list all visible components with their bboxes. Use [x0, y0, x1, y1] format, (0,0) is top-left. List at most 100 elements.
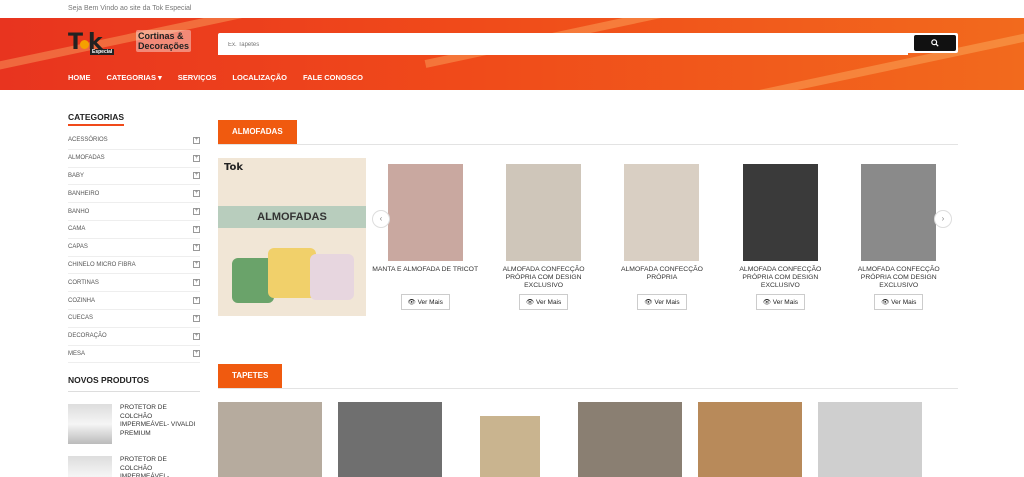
new-product-name: PROTETOR DE COLCHÃO IMPERMEÁVEL- VIVALDI… [120, 404, 196, 437]
category-label: CORTINAS [68, 279, 99, 286]
ver-mais-button[interactable]: 👁 Ver Mais [518, 294, 569, 310]
product-thumbnail [68, 404, 112, 445]
site-logo[interactable]: Tk Especial Cortinas & Decorações [68, 30, 192, 58]
welcome-text: Seja Bem Vindo ao site da Tok Especial [68, 5, 192, 12]
carousel-next-icon[interactable]: › [934, 210, 952, 228]
search-input[interactable] [218, 35, 908, 55]
tapete-image[interactable] [698, 402, 802, 477]
product-name[interactable]: ALMOFADA CONFECÇÃO PRÓPRIA COM DESIGN EX… [725, 266, 835, 294]
category-label: COZINHA [68, 297, 95, 304]
category-label: CAMA [68, 226, 86, 233]
new-product-name: PROTETOR DE COLCHÃO IMPERMEÁVEL- BUETTNE… [120, 456, 170, 477]
category-label: CHINELO MICRO FIBRA [68, 261, 136, 268]
ver-mais-button[interactable]: 👁 Ver Mais [637, 294, 687, 310]
product-image[interactable] [861, 164, 937, 261]
category-label: CAPAS [68, 244, 88, 251]
tapetes-section: TAPETES [218, 364, 958, 477]
expand-plus-icon[interactable]: + [193, 190, 200, 198]
product-card: MANTA E ALMOFADA DE TRICOT 👁 Ver Mais [366, 158, 484, 310]
category-item[interactable]: CAMA + [68, 221, 200, 239]
product-image[interactable] [506, 164, 582, 261]
category-item[interactable]: BABY + [68, 168, 200, 186]
expand-plus-icon[interactable]: + [193, 297, 200, 305]
expand-plus-icon[interactable]: + [193, 261, 200, 269]
header: Tk Especial Cortinas &Decorações HOME CA… [0, 18, 1024, 90]
tapete-image[interactable] [480, 416, 540, 477]
product-card: ALMOFADA CONFECÇÃO PRÓPRIA COM DESIGN EX… [721, 158, 839, 310]
pillow-graphic [310, 254, 354, 300]
new-products-title: NOVOS PRODUTOS [68, 375, 200, 393]
expand-plus-icon[interactable]: + [193, 243, 200, 251]
category-item[interactable]: MESA + [68, 346, 200, 364]
product-image[interactable] [742, 164, 818, 261]
category-item[interactable]: CORTINAS + [68, 274, 200, 293]
banner-logo: Tok [224, 162, 244, 173]
expand-plus-icon[interactable]: + [193, 136, 200, 144]
nav-servicos[interactable]: SERVIÇOS [178, 73, 217, 82]
banner-title: ALMOFADAS [218, 206, 366, 228]
carousel-prev-icon[interactable]: ‹ [372, 210, 390, 228]
product-thumbnail [68, 456, 112, 477]
category-item[interactable]: DECORAÇÃO + [68, 328, 200, 346]
product-name[interactable]: ALMOFADA CONFECÇÃO PRÓPRIA COM DESIGN EX… [844, 266, 954, 294]
new-product-item[interactable]: PROTETOR DE COLCHÃO IMPERMEÁVEL- BUETTNE… [68, 456, 200, 477]
expand-plus-icon[interactable]: + [193, 314, 200, 322]
expand-plus-icon[interactable]: + [193, 154, 200, 162]
almofadas-heading: ALMOFADAS [218, 120, 297, 144]
ver-mais-button[interactable]: 👁 Ver Mais [874, 294, 924, 310]
logo-especial: Especial [90, 49, 115, 55]
product-card: ALMOFADA CONFECÇÃO PRÓPRIA COM DESIGN EX… [484, 158, 602, 310]
almofadas-banner[interactable]: Tok ALMOFADAS [218, 158, 366, 316]
nav-localizacao[interactable]: LOCALIZAÇÃO [232, 73, 287, 82]
category-label: BABY [68, 172, 85, 179]
category-item[interactable]: CHINELO MICRO FIBRA + [68, 257, 200, 275]
section-header: ALMOFADAS [218, 120, 958, 145]
category-item[interactable]: COZINHA + [68, 292, 200, 310]
nav-home[interactable]: HOME [68, 73, 91, 82]
search-icon [931, 39, 939, 47]
product-image[interactable] [387, 164, 463, 261]
category-item[interactable]: ACESSÓRIOS + [68, 132, 200, 150]
category-label: DECORAÇÃO [68, 333, 107, 340]
category-item[interactable]: BANHEIRO + [68, 185, 200, 204]
category-item[interactable]: CUECAS + [68, 310, 200, 328]
tapete-image[interactable] [218, 402, 322, 477]
sidebar: CATEGORIAS ACESSÓRIOS + ALMOFADAS + BABY + BAN… [68, 107, 200, 477]
expand-plus-icon[interactable]: + [193, 350, 200, 358]
search-button[interactable] [914, 35, 956, 51]
category-label: BANHEIRO [68, 190, 100, 197]
tapete-image[interactable] [818, 402, 922, 477]
main-nav: HOME CATEGORIAS ▾ SERVIÇOS LOCALIZAÇÃO F… [68, 73, 363, 82]
nav-categorias[interactable]: CATEGORIAS ▾ [107, 73, 162, 82]
expand-plus-icon[interactable]: + [193, 225, 200, 233]
ver-mais-button[interactable]: 👁 Ver Mais [755, 294, 806, 310]
product-name[interactable]: MANTA E ALMOFADA DE TRICOT [370, 266, 480, 294]
product-image[interactable] [624, 164, 700, 261]
category-item[interactable]: BANHO + [68, 203, 200, 221]
tapetes-heading: TAPETES [218, 364, 283, 388]
category-list: ACESSÓRIOS + ALMOFADAS + BABY + BANHEIRO + BANHO… [68, 132, 200, 364]
nav-fale-conosco[interactable]: FALE CONOSCO [303, 73, 363, 82]
product-card: ALMOFADA CONFECÇÃO PRÓPRIA 👁 Ver Mais [603, 158, 721, 310]
product-card: ALMOFADA CONFECÇÃO PRÓPRIA COM DESIGN EX… [840, 158, 958, 310]
tapete-image[interactable] [578, 402, 682, 477]
category-item[interactable]: CAPAS + [68, 239, 200, 257]
logo-brand: Cortinas & Decorações [136, 30, 192, 52]
tapete-image[interactable] [338, 402, 442, 477]
new-product-item[interactable]: PROTETOR DE COLCHÃO IMPERMEÁVEL- VIVALDI… [68, 404, 200, 445]
section-header: TAPETES [218, 364, 958, 389]
product-name[interactable]: ALMOFADA CONFECÇÃO PRÓPRIA [607, 266, 717, 294]
category-label: CUECAS [68, 315, 94, 322]
category-label: BANHO [68, 208, 90, 215]
expand-plus-icon[interactable]: + [193, 172, 200, 180]
ver-mais-button[interactable]: 👁 Ver Mais [400, 294, 450, 310]
expand-plus-icon[interactable]: + [193, 332, 200, 340]
tapetes-row [218, 402, 958, 477]
expand-plus-icon[interactable]: + [193, 279, 200, 287]
category-item[interactable]: ALMOFADAS + [68, 150, 200, 168]
welcome-bar: Seja Bem Vindo ao site da Tok Especial [0, 0, 1024, 18]
product-name[interactable]: ALMOFADA CONFECÇÃO PRÓPRIA COM DESIGN EX… [489, 266, 599, 294]
category-label: MESA [68, 350, 86, 357]
expand-plus-icon[interactable]: + [193, 208, 200, 216]
category-label: ALMOFADAS [68, 155, 105, 162]
